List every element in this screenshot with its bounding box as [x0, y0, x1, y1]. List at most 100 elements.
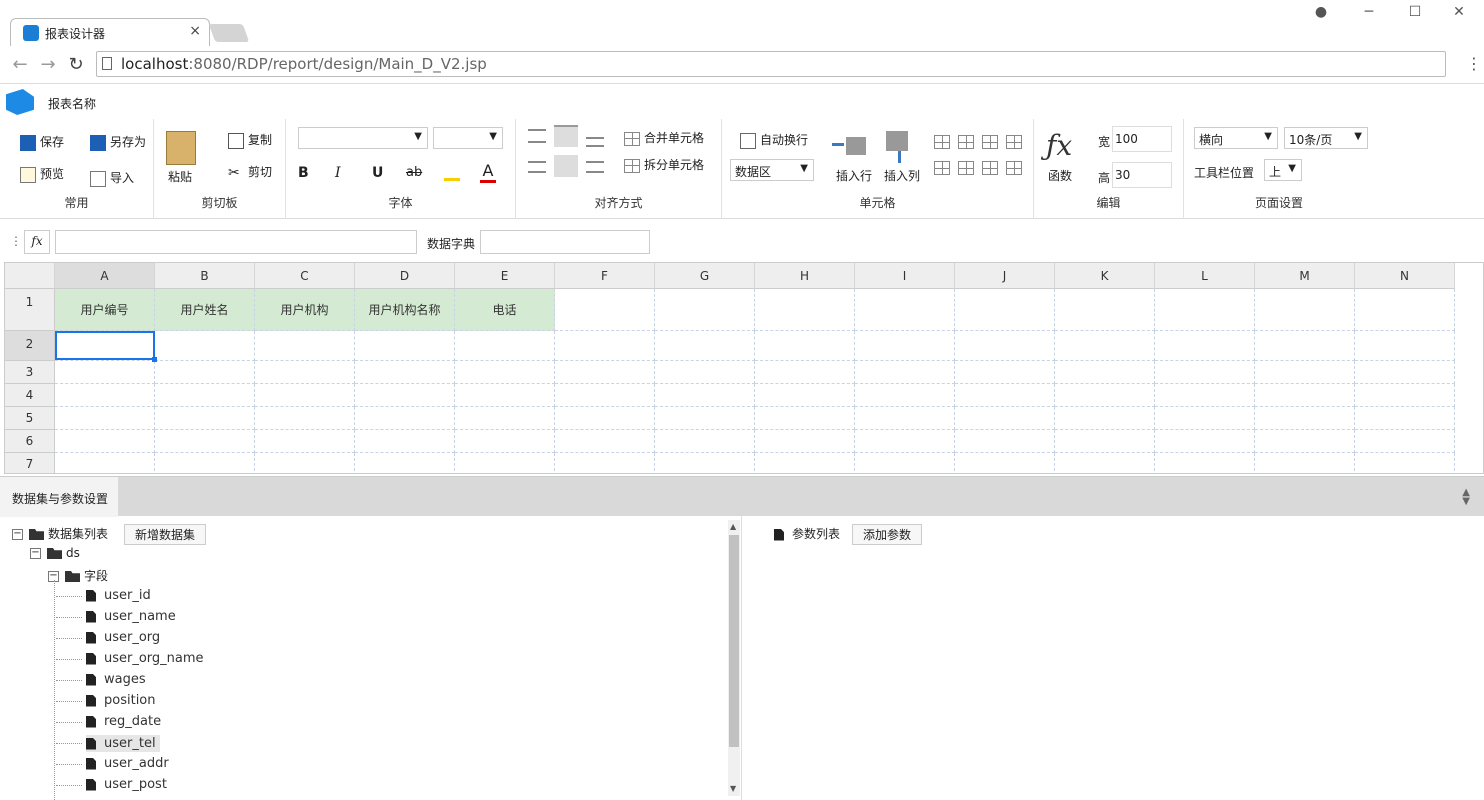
- align-bottom-icon[interactable]: [586, 137, 604, 147]
- reload-icon[interactable]: ↻: [64, 54, 88, 76]
- font-size-select[interactable]: ▼: [433, 127, 503, 149]
- grid-cell[interactable]: [1355, 430, 1455, 453]
- grid-cell[interactable]: [555, 289, 655, 331]
- grid-corner[interactable]: [5, 263, 55, 289]
- grid-cell[interactable]: [655, 384, 755, 407]
- grid-cell[interactable]: 用户机构: [255, 289, 355, 331]
- grid-cell[interactable]: [1155, 384, 1255, 407]
- align-center-icon[interactable]: [554, 155, 578, 177]
- field-node[interactable]: user_org_name: [56, 651, 204, 666]
- grid-cell[interactable]: [455, 331, 555, 361]
- tree-scrollbar-thumb[interactable]: [729, 535, 739, 747]
- grid-cell[interactable]: [855, 407, 955, 430]
- grid-cell[interactable]: [855, 384, 955, 407]
- grid-cell[interactable]: [1155, 453, 1255, 473]
- grid-cell[interactable]: [155, 361, 255, 384]
- preview-button[interactable]: 预览: [20, 165, 64, 183]
- field-node[interactable]: user_name: [56, 609, 176, 624]
- grid-cell[interactable]: [755, 384, 855, 407]
- grid-cell[interactable]: [1355, 289, 1455, 331]
- grid-cell[interactable]: [655, 453, 755, 473]
- grid-cell[interactable]: [855, 331, 955, 361]
- column-header[interactable]: N: [1355, 263, 1455, 289]
- function-button[interactable]: 函数: [1048, 167, 1072, 184]
- grid-cell[interactable]: [1055, 361, 1155, 384]
- grid-cell[interactable]: [355, 407, 455, 430]
- grid-cell[interactable]: [855, 361, 955, 384]
- grid-cell[interactable]: [1255, 453, 1355, 473]
- column-header[interactable]: F: [555, 263, 655, 289]
- grid-cell[interactable]: [1355, 361, 1455, 384]
- grid-cell[interactable]: [555, 453, 655, 473]
- tree-node-ds[interactable]: − ds: [30, 546, 80, 560]
- insert-row-icon[interactable]: [832, 131, 866, 161]
- browser-menu-icon[interactable]: ⋮: [1466, 54, 1482, 73]
- row-header[interactable]: 2: [5, 331, 55, 361]
- grid-cell[interactable]: [1255, 331, 1355, 361]
- collapse-icon[interactable]: −: [30, 548, 41, 559]
- grid-cell[interactable]: [55, 430, 155, 453]
- maximize-button[interactable]: ☐: [1400, 4, 1430, 24]
- border-left-icon[interactable]: [982, 161, 998, 175]
- orientation-select[interactable]: 横向 ▼: [1194, 127, 1278, 149]
- grid-cell[interactable]: [955, 384, 1055, 407]
- field-node[interactable]: user_addr: [56, 756, 169, 771]
- border-none-icon[interactable]: [1006, 135, 1022, 149]
- grid-cell[interactable]: [655, 289, 755, 331]
- tree-node-dataset-list[interactable]: − 数据集列表: [12, 525, 108, 542]
- row-header[interactable]: 4: [5, 384, 55, 407]
- browser-tab[interactable]: 报表设计器 ×: [10, 18, 210, 46]
- strikethrough-button[interactable]: ab: [406, 165, 422, 180]
- grid-cell[interactable]: [1355, 407, 1455, 430]
- grid-cell[interactable]: [155, 430, 255, 453]
- grid-cell[interactable]: [355, 331, 455, 361]
- grid-cell[interactable]: 用户机构名称: [355, 289, 455, 331]
- border-top-icon[interactable]: [934, 161, 950, 175]
- grid-cell[interactable]: [755, 361, 855, 384]
- new-tab-button[interactable]: [208, 24, 250, 42]
- grid-cell[interactable]: 用户编号: [55, 289, 155, 331]
- column-header[interactable]: A: [55, 263, 155, 289]
- grid-cell[interactable]: [855, 430, 955, 453]
- grid-cell[interactable]: [955, 289, 1055, 331]
- grid-cell[interactable]: [1055, 430, 1155, 453]
- grid-cell[interactable]: [255, 407, 355, 430]
- grid-cell[interactable]: [155, 384, 255, 407]
- grid-cell[interactable]: [255, 430, 355, 453]
- insert-column-button[interactable]: 插入列: [884, 167, 920, 184]
- insert-row-button[interactable]: 插入行: [836, 167, 872, 184]
- column-header[interactable]: G: [655, 263, 755, 289]
- align-left-icon[interactable]: [528, 161, 546, 173]
- grid-cell[interactable]: [755, 331, 855, 361]
- add-dataset-button[interactable]: 新增数据集: [124, 524, 207, 545]
- minimize-button[interactable]: ─: [1354, 4, 1384, 24]
- paste-button[interactable]: 粘贴: [168, 168, 192, 185]
- grid-cell[interactable]: [1155, 361, 1255, 384]
- column-header[interactable]: J: [955, 263, 1055, 289]
- grid-cell[interactable]: [1355, 331, 1455, 361]
- align-middle-icon[interactable]: [554, 125, 578, 147]
- font-family-select[interactable]: ▼: [298, 127, 428, 149]
- border-right-icon[interactable]: [1006, 161, 1022, 175]
- grid-cell[interactable]: [1055, 331, 1155, 361]
- border-inner-icon[interactable]: [958, 135, 974, 149]
- border-bottom-icon[interactable]: [958, 161, 974, 175]
- scroll-down-icon[interactable]: ▼: [730, 784, 736, 793]
- grid-cell[interactable]: [1055, 384, 1155, 407]
- toolbar-position-select[interactable]: 上 ▼: [1264, 159, 1302, 181]
- fill-color-icon[interactable]: [444, 163, 460, 181]
- field-node[interactable]: reg_date: [56, 714, 161, 729]
- grid-cell[interactable]: [455, 361, 555, 384]
- grid-cell[interactable]: [1055, 453, 1155, 473]
- italic-button[interactable]: I: [335, 165, 341, 181]
- grid-cell[interactable]: [555, 331, 655, 361]
- tab-dataset-params[interactable]: 数据集与参数设置: [0, 477, 118, 517]
- grid-cell[interactable]: [1255, 361, 1355, 384]
- merge-cells-button[interactable]: 合并单元格: [624, 129, 704, 146]
- grid-cell[interactable]: [755, 289, 855, 331]
- resize-arrows-icon[interactable]: ▲ ▼: [1462, 488, 1470, 507]
- profile-icon[interactable]: ●: [1306, 4, 1336, 24]
- grid-cell[interactable]: [55, 384, 155, 407]
- align-top-icon[interactable]: [528, 129, 546, 143]
- column-header[interactable]: M: [1255, 263, 1355, 289]
